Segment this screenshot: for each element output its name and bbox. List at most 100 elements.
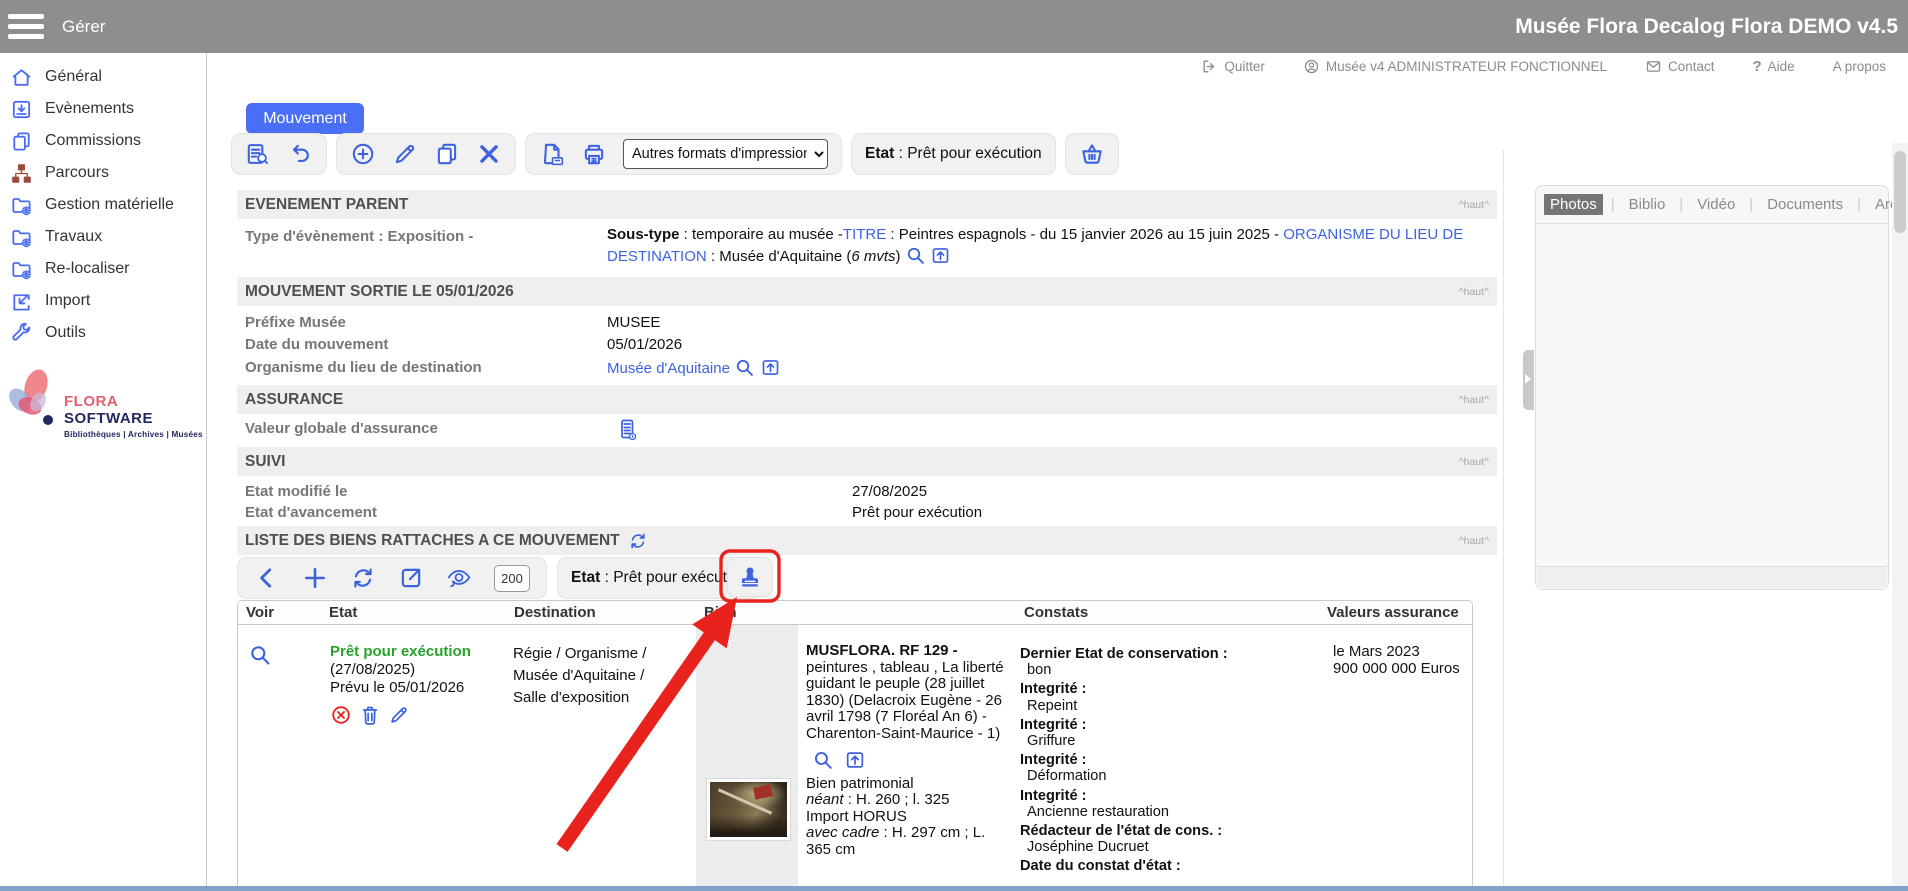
pages-icon xyxy=(10,130,33,153)
content-divider xyxy=(1503,150,1504,891)
refresh-icon[interactable] xyxy=(628,531,648,551)
contact-label: Contact xyxy=(1667,59,1715,74)
open-record-icon[interactable] xyxy=(844,749,866,771)
etat-label: Etat xyxy=(571,569,601,586)
haut-link[interactable]: ^haut^ xyxy=(1459,456,1489,468)
search-icon[interactable] xyxy=(248,643,272,667)
panel-collapse-handle[interactable] xyxy=(1523,350,1534,410)
sync-icon[interactable] xyxy=(350,565,376,591)
sidebar-item-relocaliser[interactable]: Re-localiser xyxy=(0,253,206,285)
artwork-thumbnail[interactable] xyxy=(707,779,790,840)
sidebar-item-label: Outils xyxy=(45,324,86,341)
sidebar-item-label: Travaux xyxy=(45,228,103,245)
section-title: ASSURANCE xyxy=(245,390,344,408)
section-assurance-body: Valeur globale d'assurance xyxy=(237,414,1497,447)
status-text: Prêt pour exécution xyxy=(330,643,471,660)
prefixe-musee-label: Préfixe Musée xyxy=(245,314,346,331)
date-mouvement-label: Date du mouvement xyxy=(245,336,389,353)
tab-video[interactable]: Vidéo xyxy=(1691,194,1741,215)
sidebar-item-gestion-materielle[interactable]: Gestion matérielle xyxy=(0,189,206,221)
print-file-icon[interactable] xyxy=(539,141,565,167)
col-header-destination: Destination xyxy=(514,604,596,621)
titre-link[interactable]: TITRE xyxy=(843,226,886,243)
open-record-icon[interactable] xyxy=(760,357,781,378)
section-title: EVENEMENT PARENT xyxy=(245,195,409,213)
open-record-icon[interactable] xyxy=(930,245,951,266)
haut-link[interactable]: ^haut^ xyxy=(1459,286,1489,298)
constat-value: bon xyxy=(1027,662,1052,679)
search-icon[interactable] xyxy=(905,245,926,266)
col-header-voir: Voir xyxy=(246,604,275,621)
scrollbar-thumb[interactable] xyxy=(1894,151,1906,233)
sidebar-item-parcours[interactable]: Parcours xyxy=(0,157,206,189)
apropos-link[interactable]: A propos xyxy=(1833,59,1886,74)
copy-icon[interactable] xyxy=(434,141,460,167)
edit-icon[interactable] xyxy=(392,141,418,167)
prefixe-musee-value: MUSEE xyxy=(607,314,661,331)
quitter-link[interactable]: Quitter xyxy=(1201,58,1265,75)
tab-photos[interactable]: Photos xyxy=(1544,194,1603,215)
hamburger-menu-icon[interactable] xyxy=(8,12,48,42)
basket-icon[interactable] xyxy=(1079,141,1105,167)
user-account[interactable]: Musée v4 ADMINISTRATEUR FONCTIONNEL xyxy=(1303,58,1607,75)
delete-icon[interactable] xyxy=(476,141,502,167)
vertical-scrollbar[interactable] xyxy=(1892,143,1908,891)
row-count-input[interactable] xyxy=(494,564,530,592)
horus-eye-icon[interactable] xyxy=(446,565,472,591)
sidebar-item-evenements[interactable]: Evènements xyxy=(0,93,206,125)
haut-link[interactable]: ^haut^ xyxy=(1459,535,1489,547)
sidebar-item-travaux[interactable]: Travaux xyxy=(0,221,206,253)
printer-icon[interactable] xyxy=(581,141,607,167)
toolbar-group-print: Autres formats d'impression... xyxy=(525,133,842,175)
bien-cell: MUSFLORA. RF 129 - peintures , tableau ,… xyxy=(798,625,1016,890)
list-toolbar-group xyxy=(237,557,547,599)
stamp-button[interactable] xyxy=(727,557,773,597)
sidebar-item-label: Général xyxy=(45,68,102,85)
folder-globe-icon xyxy=(10,226,33,249)
help-icon: ? xyxy=(1752,58,1762,75)
sidebar-item-label: Evènements xyxy=(45,100,134,117)
search-icon[interactable] xyxy=(812,749,834,771)
undo-icon[interactable] xyxy=(287,141,313,167)
etat-modifie-label: Etat modifié le xyxy=(245,483,348,500)
cancel-icon[interactable] xyxy=(330,704,352,726)
tab-biblio[interactable]: Biblio xyxy=(1623,194,1672,215)
media-panel-footer xyxy=(1537,566,1887,588)
user-icon xyxy=(1303,58,1320,75)
export-icon[interactable] xyxy=(398,565,424,591)
section-suivi-body: Etat modifié le 27/08/2025 Etat d'avance… xyxy=(237,476,1497,526)
top-bar: Gérer Musée Flora Decalog Flora DEMO v4.… xyxy=(0,0,1908,53)
constat-label: Integrité : xyxy=(1020,681,1087,698)
sidebar-item-import[interactable]: Import xyxy=(0,285,206,317)
sidebar-item-general[interactable]: Général xyxy=(0,61,206,93)
sidebar-item-commissions[interactable]: Commissions xyxy=(0,125,206,157)
calculator-icon[interactable] xyxy=(615,417,639,441)
import-icon xyxy=(10,290,33,313)
plus-icon[interactable] xyxy=(302,565,328,591)
edit-pencil-icon[interactable] xyxy=(388,704,410,726)
media-tabs: Photos | Biblio | Vidéo | Documents | Ar… xyxy=(1536,186,1908,224)
contact-link[interactable]: Contact xyxy=(1645,58,1715,75)
constat-value: Repeint xyxy=(1027,697,1078,714)
tab-mouvement[interactable]: Mouvement xyxy=(246,103,364,134)
sidebar-item-outils[interactable]: Outils xyxy=(0,317,206,349)
etat-modifie-value: 27/08/2025 xyxy=(852,483,928,500)
search-icon[interactable] xyxy=(734,357,755,378)
col-header-valeurs: Valeurs assurance xyxy=(1327,604,1459,621)
musee-aquitaine-link[interactable]: Musée d'Aquitaine xyxy=(607,360,730,377)
add-icon[interactable] xyxy=(350,141,376,167)
user-label: Musée v4 ADMINISTRATEUR FONCTIONNEL xyxy=(1325,59,1607,74)
haut-link[interactable]: ^haut^ xyxy=(1459,394,1489,406)
app-title: Musée Flora Decalog Flora DEMO v4.5 xyxy=(1515,14,1898,38)
tab-documents[interactable]: Documents xyxy=(1761,194,1849,215)
menu-label[interactable]: Gérer xyxy=(62,17,105,37)
aide-link[interactable]: ? Aide xyxy=(1753,58,1795,75)
table-search-icon[interactable] xyxy=(245,141,271,167)
table-row: Prêt pour exécution (27/08/2025) Prévu l… xyxy=(238,625,1472,890)
chevron-left-icon[interactable] xyxy=(254,565,280,591)
print-format-select[interactable]: Autres formats d'impression... xyxy=(623,139,828,169)
liste-biens-title: LISTE DES BIENS RATTACHES A CE MOUVEMENT xyxy=(245,531,620,549)
trash-icon[interactable] xyxy=(359,704,381,726)
haut-link[interactable]: ^haut^ xyxy=(1459,199,1489,211)
sidebar-item-label: Commissions xyxy=(45,132,142,149)
